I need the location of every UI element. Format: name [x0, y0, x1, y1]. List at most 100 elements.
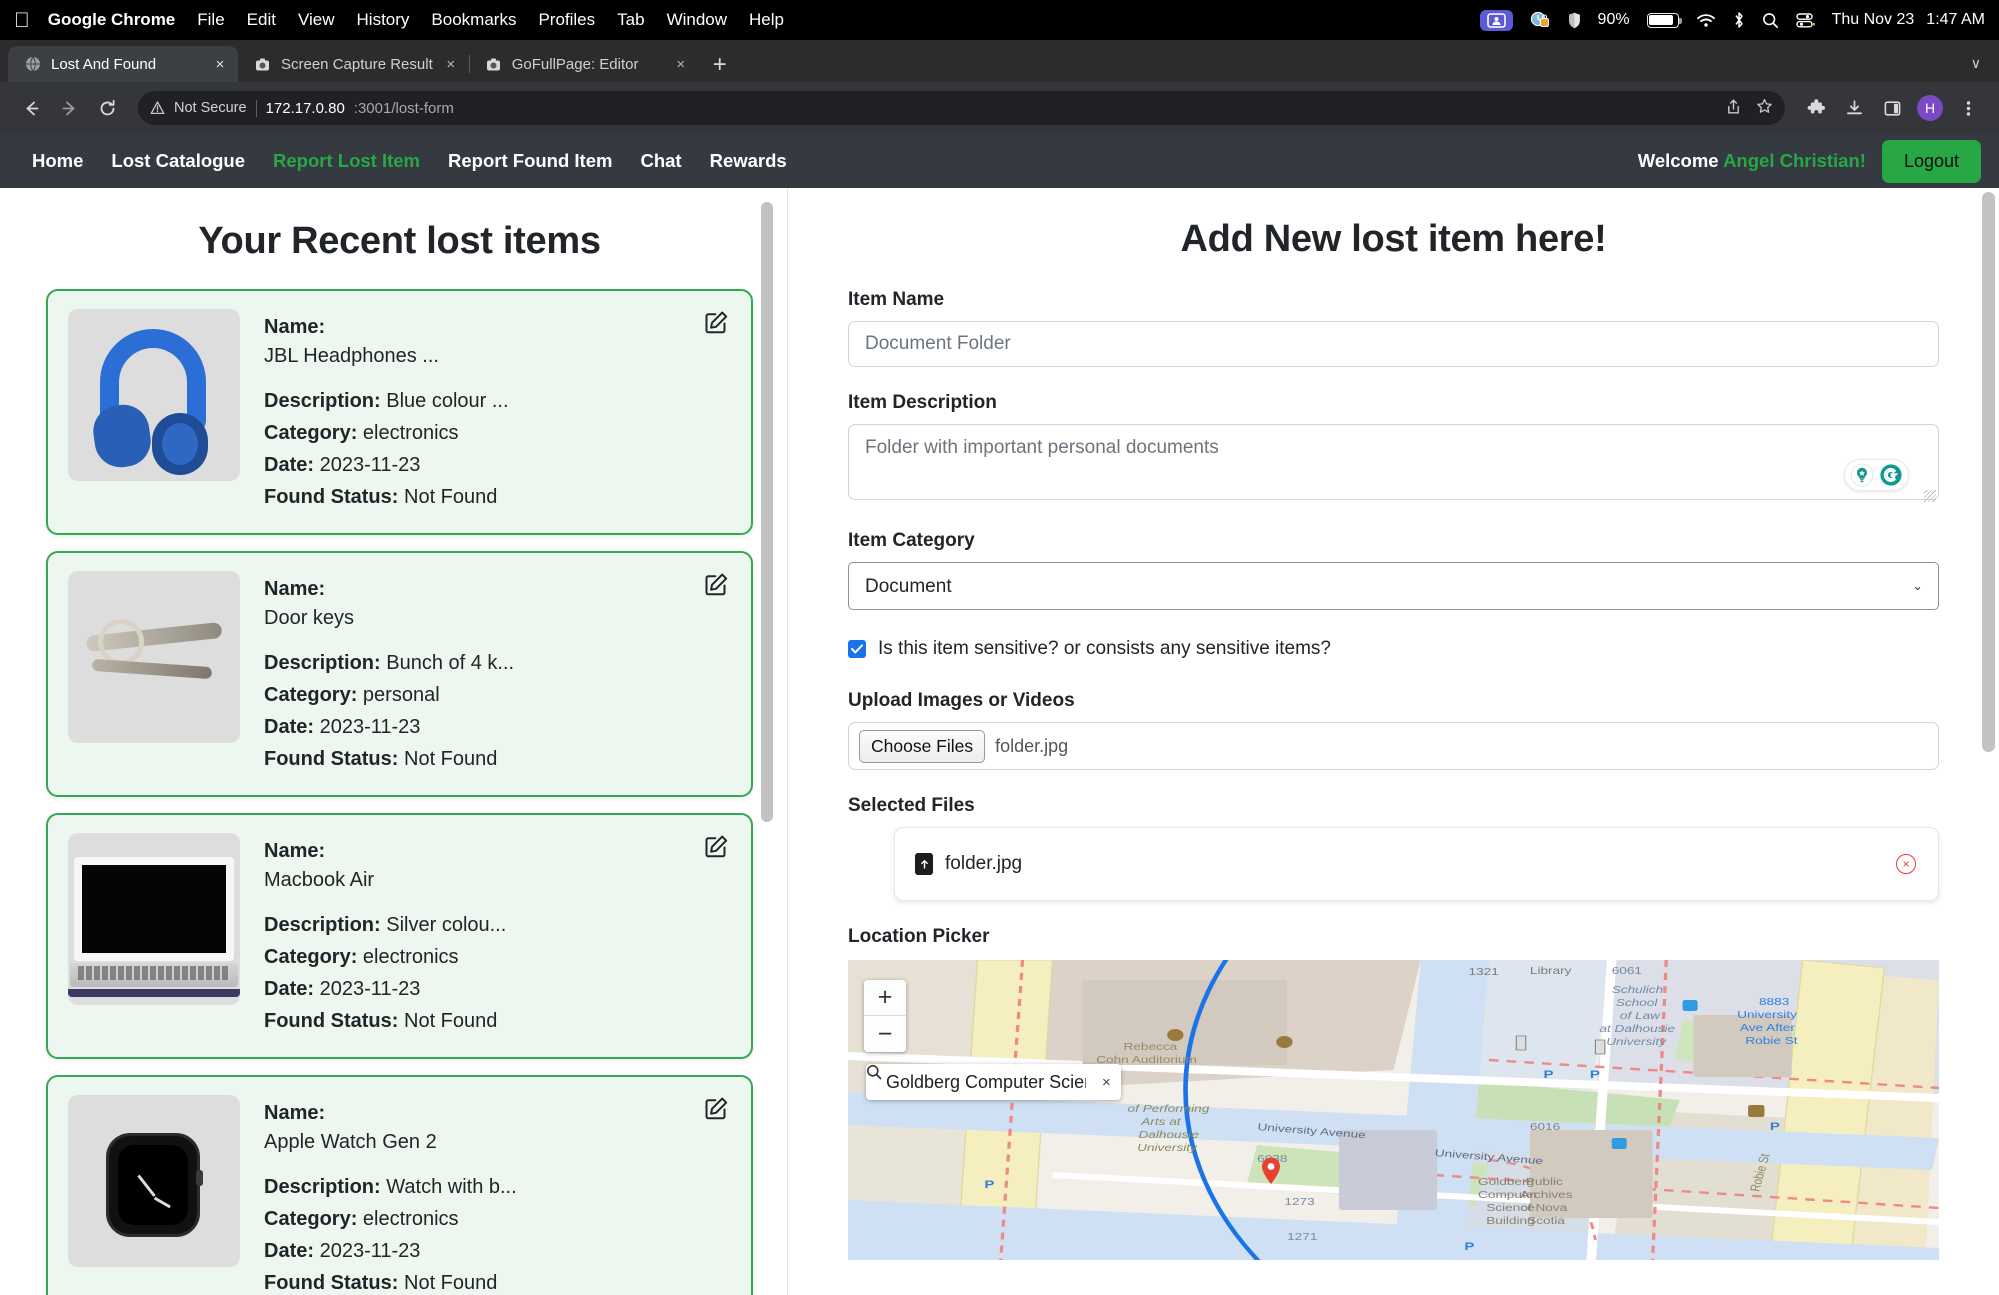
- selected-files-group: Selected Files folder.jpg ×: [848, 795, 1939, 901]
- left-panel-scrollbar[interactable]: [761, 198, 773, 1285]
- control-center-icon[interactable]: [1796, 12, 1815, 29]
- item-thumbnail-keys: [68, 571, 240, 743]
- list-item[interactable]: Name: Apple Watch Gen 2 Description: Wat…: [46, 1075, 753, 1295]
- nav-link-chat[interactable]: Chat: [626, 150, 695, 172]
- star-icon[interactable]: [1756, 98, 1773, 119]
- grammarly-widget[interactable]: [1844, 459, 1909, 491]
- address-bar[interactable]: Not Secure 172.17.0.80 :3001/lost-form: [138, 91, 1785, 125]
- nav-link-report-lost-item[interactable]: Report Lost Item: [259, 150, 434, 172]
- nav-link-rewards[interactable]: Rewards: [696, 150, 801, 172]
- item-name-input[interactable]: [848, 321, 1939, 367]
- label-found-status: Found Status:: [264, 1010, 398, 1032]
- edit-pencil-square-icon[interactable]: [701, 307, 731, 337]
- tab-close-icon[interactable]: ×: [212, 56, 228, 73]
- macos-time: 1:47 AM: [1926, 11, 1985, 29]
- back-arrow-icon[interactable]: [14, 91, 48, 125]
- textarea-resize-handle[interactable]: [1924, 490, 1936, 502]
- map-search-clear-icon[interactable]: ×: [1102, 1074, 1111, 1091]
- chosen-file-name: folder.jpg: [995, 736, 1068, 757]
- menu-bookmarks[interactable]: Bookmarks: [431, 10, 516, 30]
- selected-file-row: folder.jpg: [915, 853, 1022, 875]
- edit-pencil-square-icon[interactable]: [701, 569, 731, 599]
- grammarly-g-icon[interactable]: [1878, 462, 1904, 488]
- spotlight-search-icon[interactable]: [1762, 12, 1779, 29]
- sensitive-item-row[interactable]: Is this item sensitive? or consists any …: [848, 638, 1939, 660]
- map-zoom-out-button[interactable]: −: [864, 1016, 906, 1052]
- browser-tab-gofullpage-editor[interactable]: GoFullPage: Editor ×: [469, 46, 699, 82]
- forward-arrow-icon[interactable]: [52, 91, 86, 125]
- map-marker-icon[interactable]: [1256, 1156, 1286, 1186]
- tab-close-icon[interactable]: ×: [673, 56, 689, 73]
- logout-button[interactable]: Logout: [1882, 140, 1981, 183]
- avatar: H: [1917, 95, 1943, 121]
- svg-text:University: University: [1606, 1036, 1667, 1048]
- reload-icon[interactable]: [90, 91, 124, 125]
- tab-close-icon[interactable]: ×: [443, 56, 459, 73]
- item-category-select[interactable]: Document: [848, 562, 1939, 610]
- browser-tab-lost-and-found[interactable]: Lost And Found ×: [8, 46, 238, 82]
- nav-link-home[interactable]: Home: [18, 150, 97, 172]
- welcome-message: Welcome Angel Christian!: [1638, 150, 1866, 172]
- share-icon[interactable]: [1725, 98, 1742, 119]
- label-found-status: Found Status:: [264, 748, 398, 770]
- nav-link-lost-catalogue[interactable]: Lost Catalogue: [97, 150, 259, 172]
- item-name-label: Item Name: [848, 289, 1939, 311]
- browser-tab-screen-capture-result[interactable]: Screen Capture Result ×: [238, 46, 469, 82]
- item-name: Apple Watch Gen 2: [264, 1131, 437, 1153]
- svg-text:P: P: [1544, 1068, 1554, 1081]
- map-zoom-in-button[interactable]: +: [864, 980, 906, 1016]
- list-item[interactable]: Name: JBL Headphones ... Description: Bl…: [46, 289, 753, 535]
- warning-triangle-icon[interactable]: [150, 101, 165, 115]
- nav-link-report-found-item[interactable]: Report Found Item: [434, 150, 626, 172]
- list-item[interactable]: Name: Door keys Description: Bunch of 4 …: [46, 551, 753, 797]
- bluetooth-icon[interactable]: [1733, 11, 1745, 29]
- profile-avatar[interactable]: H: [1913, 91, 1947, 125]
- form-title: Add New lost item here!: [848, 218, 1939, 261]
- screen-share-icon[interactable]: [1480, 10, 1513, 31]
- edit-pencil-square-icon[interactable]: [701, 831, 731, 861]
- menu-edit[interactable]: Edit: [247, 10, 276, 30]
- choose-files-button[interactable]: Choose Files: [859, 730, 985, 763]
- label-date: Date:: [264, 454, 314, 476]
- svg-text:Library: Library: [1530, 965, 1572, 977]
- label-category: Category:: [264, 1208, 357, 1230]
- item-category-select-wrapper: Document ⌄: [848, 562, 1939, 610]
- grammarly-lightbulb-icon[interactable]: [1849, 462, 1875, 488]
- screen-time-icon[interactable]: [1530, 11, 1551, 29]
- item-description-input[interactable]: Folder with important personal documents: [848, 424, 1939, 500]
- map-zoom-controls[interactable]: + −: [864, 980, 906, 1052]
- edit-pencil-square-icon[interactable]: [701, 1093, 731, 1123]
- tab-search-chevron-down-icon[interactable]: ∨: [1971, 55, 1999, 82]
- map-search-box[interactable]: Goldberg Computer Science Bu ×: [866, 1064, 1121, 1100]
- kebab-menu-icon[interactable]: [1951, 91, 1985, 125]
- sensitive-item-checkbox[interactable]: [848, 640, 866, 658]
- menu-help[interactable]: Help: [749, 10, 784, 30]
- new-tab-button[interactable]: +: [699, 53, 741, 82]
- menu-file[interactable]: File: [197, 10, 224, 30]
- svg-text:of Law: of Law: [1620, 1010, 1662, 1022]
- menu-tab[interactable]: Tab: [617, 10, 644, 30]
- page-scrollbar[interactable]: [1982, 192, 1995, 1295]
- macos-active-app-name[interactable]: Google Chrome: [48, 10, 176, 30]
- apple-logo-icon[interactable]: : [14, 10, 30, 31]
- scrollbar-thumb[interactable]: [761, 202, 773, 822]
- remove-file-icon[interactable]: ×: [1896, 854, 1916, 874]
- puzzle-piece-icon[interactable]: [1799, 91, 1833, 125]
- macos-clock[interactable]: Thu Nov 23 1:47 AM: [1832, 11, 1985, 29]
- svg-text:P: P: [1464, 1240, 1474, 1253]
- omnibox-path: :3001/lost-form: [354, 100, 454, 117]
- file-input-box[interactable]: Choose Files folder.jpg: [848, 722, 1939, 770]
- location-picker-map[interactable]: Library 6061 Schulich School of Law at D…: [848, 960, 1939, 1260]
- scrollbar-thumb[interactable]: [1982, 192, 1995, 752]
- menu-window[interactable]: Window: [667, 10, 727, 30]
- menu-history[interactable]: History: [357, 10, 410, 30]
- menu-profiles[interactable]: Profiles: [538, 10, 595, 30]
- download-icon[interactable]: [1837, 91, 1871, 125]
- label-name: Name:: [264, 840, 325, 862]
- svg-text:Dalhousie: Dalhousie: [1138, 1129, 1199, 1141]
- list-item[interactable]: Name: Macbook Air Description: Silver co…: [46, 813, 753, 1059]
- wifi-icon[interactable]: [1696, 13, 1716, 28]
- side-panel-icon[interactable]: [1875, 91, 1909, 125]
- menu-view[interactable]: View: [298, 10, 335, 30]
- shield-icon[interactable]: [1568, 12, 1581, 29]
